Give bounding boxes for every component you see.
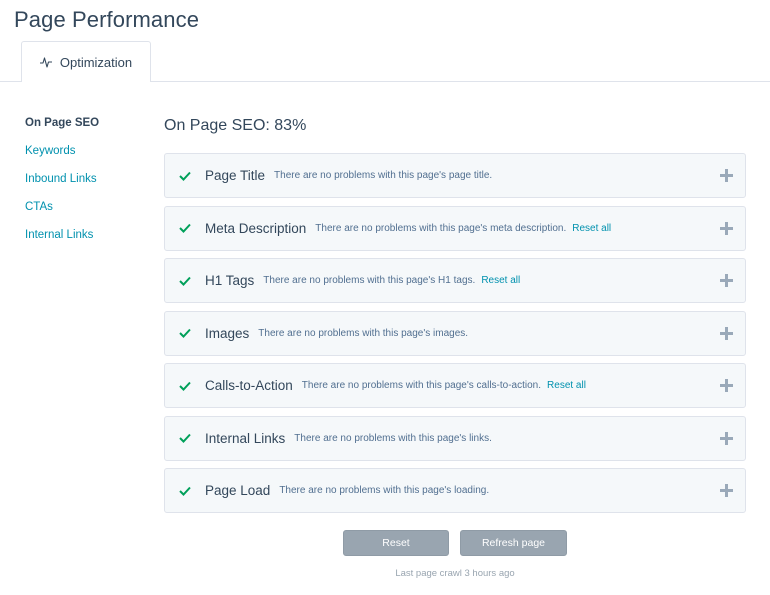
row-title: Calls-to-Action [205, 378, 293, 393]
action-buttons: Reset suggestions Refresh page data [343, 530, 567, 573]
page-title: Page Performance [14, 7, 200, 32]
row-title: Images [205, 325, 250, 341]
section-heading: On Page SEO: 83% [164, 117, 307, 134]
sidebar-item-inbound-links[interactable]: Inbound Links [25, 171, 145, 199]
row-title: Internal Links [205, 430, 286, 446]
reset-all-link[interactable]: Reset all [481, 275, 520, 286]
sidebar-item-internal-links[interactable]: Internal Links [25, 227, 145, 255]
check-icon [179, 171, 191, 181]
tab-optimization[interactable]: Optimization [21, 41, 151, 82]
seo-row-page-load[interactable]: Page Load There are no problems with thi… [164, 468, 746, 513]
plus-icon[interactable] [720, 484, 733, 497]
row-description: There are no problems with this page's l… [279, 485, 490, 496]
row-description: There are no problems with this page's l… [294, 432, 492, 444]
seo-row-page-title[interactable]: Page Title There are no problems with th… [164, 153, 746, 198]
tab-label: Optimization [59, 54, 133, 70]
reset-suggestions-button[interactable]: Reset suggestions [343, 530, 449, 573]
check-icon [179, 328, 191, 338]
row-title: Page Load [205, 483, 271, 498]
check-icon [179, 486, 191, 496]
sidebar-item-keywords[interactable]: Keywords [25, 143, 145, 171]
row-description: There are no problems with this page's H… [263, 275, 476, 286]
reset-all-link[interactable]: Reset all [572, 223, 611, 234]
check-icon [179, 433, 191, 443]
row-description: There are no problems with this page's i… [258, 327, 469, 339]
row-description: There are no problems with this page's p… [274, 170, 493, 181]
sidebar-nav: On Page SEO Keywords Inbound Links CTAs … [25, 115, 145, 255]
seo-row-calls-to-action[interactable]: Calls-to-Action There are no problems wi… [164, 363, 746, 408]
plus-icon[interactable] [720, 379, 733, 392]
check-icon [179, 381, 191, 391]
plus-icon[interactable] [720, 169, 733, 182]
plus-icon[interactable] [720, 274, 733, 287]
row-title: H1 Tags [205, 273, 255, 288]
seo-row-images[interactable]: Images There are no problems with this p… [164, 310, 746, 356]
reset-all-link[interactable]: Reset all [547, 380, 586, 391]
pulse-icon [39, 56, 52, 68]
seo-panel: On Page SEO: 83% Page Title There are no… [164, 113, 746, 521]
seo-row-h1-tags[interactable]: H1 Tags There are no problems with this … [164, 258, 746, 303]
check-icon [179, 276, 191, 286]
row-description: There are no problems with this page's c… [301, 380, 542, 391]
sidebar-item-ctas[interactable]: CTAs [25, 199, 145, 227]
row-title: Meta Description [205, 220, 307, 236]
last-crawl-note: Last page crawl 3 hours ago [395, 568, 515, 579]
refresh-page-data-button[interactable]: Refresh page data [460, 530, 567, 573]
seo-row-internal-links[interactable]: Internal Links There are no problems wit… [164, 415, 746, 461]
row-title: Page Title [205, 168, 266, 183]
seo-row-meta-description[interactable]: Meta Description There are no problems w… [164, 205, 746, 251]
check-icon [179, 223, 191, 233]
plus-icon[interactable] [720, 431, 733, 445]
plus-icon[interactable] [720, 326, 733, 340]
plus-icon[interactable] [720, 221, 733, 235]
row-description: There are no problems with this page's m… [315, 222, 567, 234]
sidebar-item-on-page-seo[interactable]: On Page SEO [25, 115, 145, 143]
